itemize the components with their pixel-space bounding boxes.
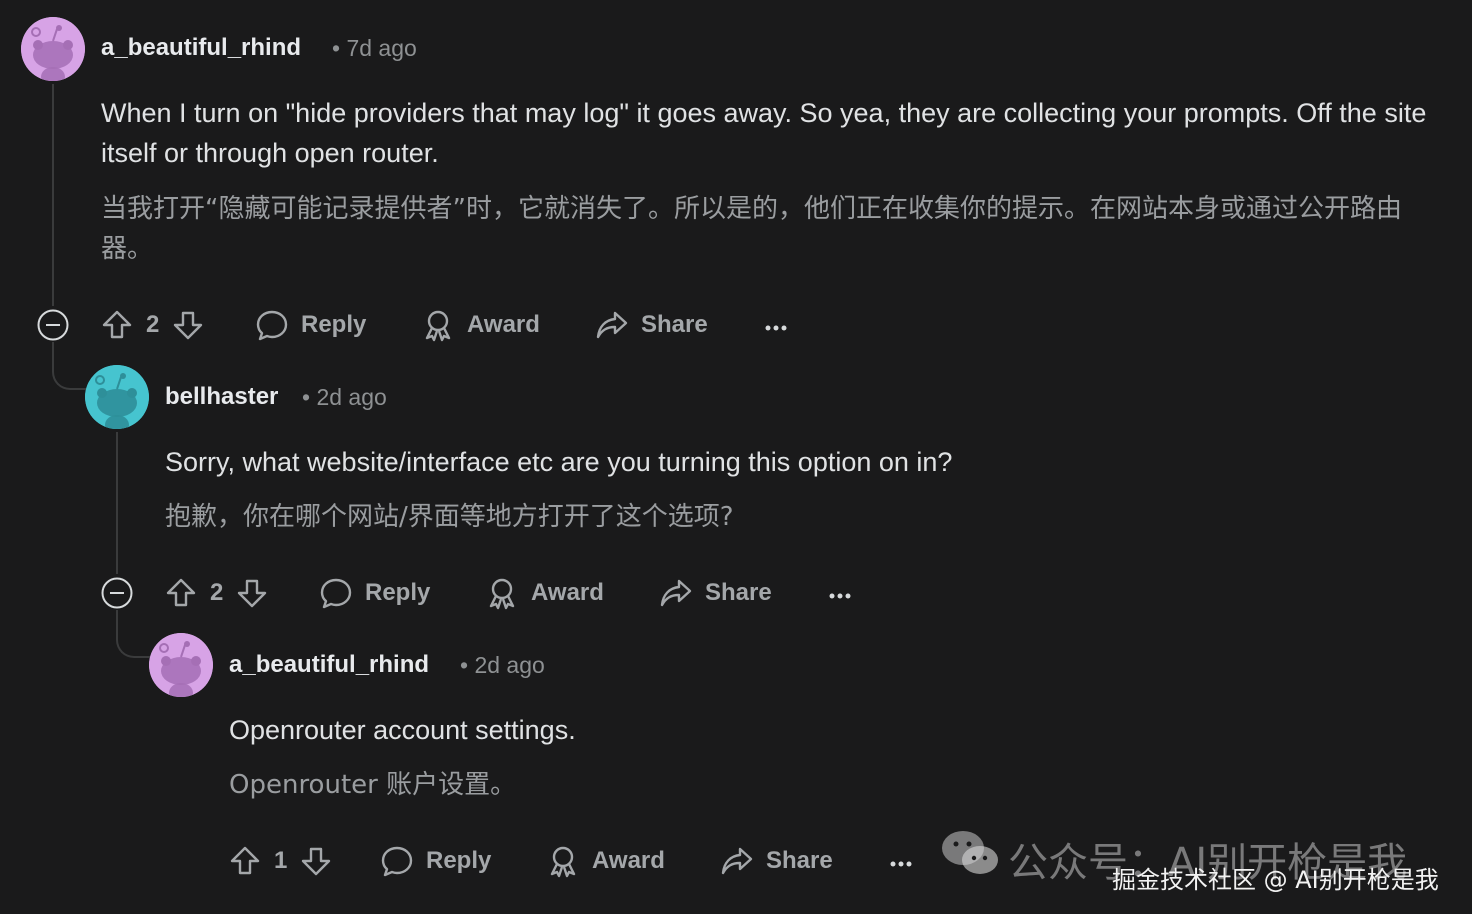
- upvote-icon[interactable]: [164, 576, 198, 610]
- comment-timestamp[interactable]: • 7d ago: [332, 35, 417, 62]
- more-options-button[interactable]: [828, 588, 852, 599]
- thread-line: [116, 432, 118, 574]
- reply-label: Reply: [365, 579, 431, 606]
- share-button[interactable]: Share: [720, 841, 833, 881]
- more-icon: [890, 861, 912, 867]
- reply-label: Reply: [426, 847, 492, 874]
- vote-controls: 2: [100, 305, 205, 345]
- more-options-button[interactable]: [889, 856, 913, 867]
- comment-body-english: When I turn on "hide providers that may …: [101, 98, 1427, 168]
- comment-username[interactable]: a_beautiful_rhind: [101, 34, 301, 62]
- award-icon: [421, 308, 455, 342]
- share-icon: [659, 576, 693, 610]
- reply-bubble-icon: [255, 308, 289, 342]
- collapse-icon: [101, 577, 133, 609]
- collapse-thread-button[interactable]: [101, 577, 133, 609]
- comment-body-chinese: 抱歉，你在哪个网站/界面等地方打开了这个选项?: [165, 502, 734, 532]
- more-options-button[interactable]: [764, 320, 788, 331]
- comment-body-chinese: 当我打开“隐藏可能记录提供者”时，它就消失了。所以是的，他们正在收集你的提示。在…: [101, 194, 1402, 264]
- thread-connector: [52, 342, 86, 390]
- vote-count: 2: [210, 579, 224, 606]
- comment-body-english: Openrouter account settings.: [229, 715, 576, 745]
- thread-connector: [116, 610, 150, 658]
- reply-button[interactable]: Reply: [319, 573, 430, 613]
- share-button[interactable]: Share: [659, 573, 772, 613]
- downvote-icon[interactable]: [171, 308, 205, 342]
- downvote-icon[interactable]: [235, 576, 269, 610]
- comment-body-chinese: Openrouter 账户设置。: [229, 770, 517, 800]
- reply-label: Reply: [301, 311, 367, 338]
- more-icon: [765, 325, 787, 331]
- comment-timestamp[interactable]: • 2d ago: [302, 384, 387, 411]
- avatar[interactable]: [149, 633, 213, 697]
- reply-bubble-icon: [380, 844, 414, 878]
- avatar[interactable]: [21, 17, 85, 81]
- snoo-avatar-icon: [149, 633, 213, 697]
- reply-bubble-icon: [319, 576, 353, 610]
- collapse-thread-button[interactable]: [37, 309, 69, 341]
- downvote-icon[interactable]: [299, 844, 333, 878]
- award-button[interactable]: Award: [546, 841, 665, 881]
- award-icon: [546, 844, 580, 878]
- share-label: Share: [766, 847, 833, 874]
- share-icon: [720, 844, 754, 878]
- share-icon: [595, 308, 629, 342]
- juejin-watermark: 掘金技术社区 @ AI别开枪是我: [1112, 866, 1439, 894]
- thread-line: [52, 84, 54, 306]
- award-button[interactable]: Award: [485, 573, 604, 613]
- snoo-avatar-icon: [85, 365, 149, 429]
- upvote-icon[interactable]: [100, 308, 134, 342]
- more-icon: [829, 593, 851, 599]
- award-label: Award: [592, 847, 665, 874]
- reply-button[interactable]: Reply: [255, 305, 366, 345]
- vote-controls: 1: [228, 841, 333, 881]
- comment-username[interactable]: bellhaster: [165, 383, 278, 411]
- comment-body-english: Sorry, what website/interface etc are yo…: [165, 447, 953, 477]
- vote-count: 1: [274, 847, 288, 874]
- avatar[interactable]: [85, 365, 149, 429]
- share-label: Share: [641, 311, 708, 338]
- wechat-icon: [940, 828, 1000, 878]
- vote-controls: 2: [164, 573, 269, 613]
- share-label: Share: [705, 579, 772, 606]
- award-icon: [485, 576, 519, 610]
- collapse-icon: [37, 309, 69, 341]
- share-button[interactable]: Share: [595, 305, 708, 345]
- upvote-icon[interactable]: [228, 844, 262, 878]
- comment-username[interactable]: a_beautiful_rhind: [229, 651, 429, 679]
- comment-timestamp[interactable]: • 2d ago: [460, 652, 545, 679]
- vote-count: 2: [146, 311, 160, 338]
- award-label: Award: [531, 579, 604, 606]
- reply-button[interactable]: Reply: [380, 841, 491, 881]
- snoo-avatar-icon: [21, 17, 85, 81]
- award-button[interactable]: Award: [421, 305, 540, 345]
- award-label: Award: [467, 311, 540, 338]
